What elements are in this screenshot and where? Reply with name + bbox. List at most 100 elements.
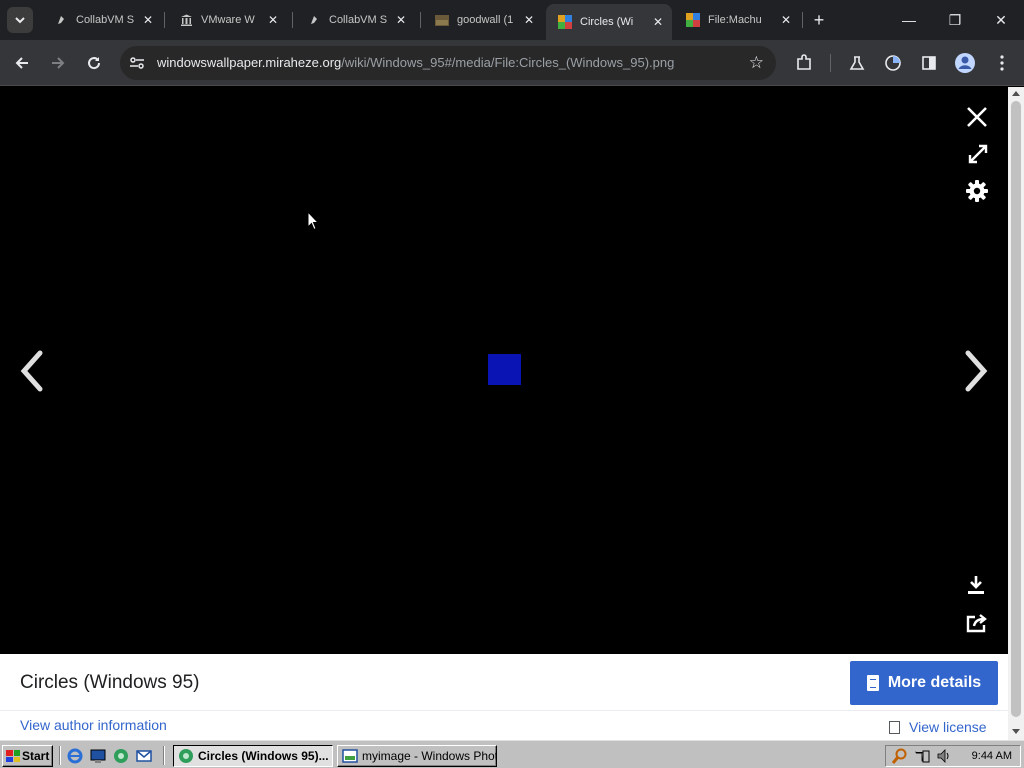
reload-icon	[88, 57, 101, 70]
new-tab-button[interactable]: +	[808, 9, 830, 31]
gear-icon	[966, 180, 988, 202]
license-link[interactable]: View license	[889, 719, 987, 735]
arrow-left-icon	[15, 57, 28, 69]
url-text[interactable]: windowswallpaper.miraheze.org/wiki/Windo…	[157, 55, 674, 70]
scroll-thumb[interactable]	[1011, 101, 1021, 717]
browser-icon	[179, 749, 193, 763]
quicklaunch-separator	[163, 746, 165, 765]
wallpaper-image[interactable]	[488, 354, 521, 385]
image-icon	[435, 13, 449, 27]
previous-image-icon[interactable]	[18, 349, 46, 393]
url-host: windowswallpaper.miraheze.org	[157, 55, 342, 70]
tab-separator	[420, 12, 421, 28]
speaker-icon[interactable]	[936, 748, 952, 764]
share-icon	[966, 614, 987, 633]
tab-title: File:Machu	[708, 14, 762, 26]
close-tab-icon[interactable]: ✕	[265, 12, 281, 28]
scroll-up-icon[interactable]	[1012, 91, 1020, 96]
bookmark-star-icon[interactable]: ☆	[749, 53, 764, 73]
settings-button[interactable]	[963, 177, 991, 205]
task-label: Circles (Windows 95)...	[198, 749, 329, 763]
window-close-button[interactable]: ✕	[986, 6, 1016, 34]
taskbar-button-photos[interactable]: myimage - Windows Phot...	[337, 745, 497, 767]
performance-button[interactable]	[880, 50, 906, 76]
reload-button[interactable]	[81, 50, 107, 76]
input-method-icon[interactable]: ℸ	[914, 748, 930, 764]
taskbar-button-circles[interactable]: Circles (Windows 95)...	[173, 745, 333, 767]
share-button[interactable]	[963, 609, 991, 637]
tab-title: CollabVM S	[76, 14, 135, 26]
forward-button[interactable]	[45, 50, 71, 76]
site-info-icon[interactable]	[128, 54, 146, 72]
close-icon	[967, 107, 987, 127]
close-tab-icon[interactable]: ✕	[778, 12, 794, 28]
tab-vmware[interactable]: VMware W ✕	[167, 6, 287, 34]
museum-icon	[179, 13, 193, 27]
document-icon	[866, 675, 879, 691]
magnifier-icon[interactable]	[892, 748, 908, 764]
media-viewer	[0, 87, 1008, 654]
license-icon	[889, 720, 900, 734]
tab-circles[interactable]: Circles (Wi ✕	[546, 4, 672, 40]
outlook-express-icon[interactable]	[136, 748, 152, 764]
tab-machu[interactable]: File:Machu ✕	[674, 6, 800, 34]
chevron-down-icon	[15, 17, 25, 24]
tab-title: VMware W	[201, 14, 255, 26]
more-details-button[interactable]: More details	[850, 661, 998, 705]
browser-toolbar: windowswallpaper.miraheze.org/wiki/Windo…	[0, 40, 1024, 86]
mouse-cursor-icon	[307, 211, 319, 231]
avatar-icon	[955, 53, 975, 73]
gauge-icon	[885, 55, 901, 71]
tab-collabvm-1[interactable]: CollabVM S ✕	[42, 6, 162, 34]
back-button[interactable]	[9, 50, 35, 76]
side-panel-button[interactable]	[916, 50, 942, 76]
fullscreen-icon	[968, 144, 988, 164]
start-button[interactable]: Start	[2, 745, 53, 767]
close-tab-icon[interactable]: ✕	[393, 12, 409, 28]
download-button[interactable]	[962, 571, 990, 599]
side-panel-icon	[922, 56, 936, 70]
toolbar-separator	[830, 54, 831, 72]
internet-explorer-icon[interactable]	[67, 748, 83, 764]
arrow-right-icon	[52, 57, 65, 69]
menu-button[interactable]	[989, 50, 1015, 76]
browser-icon[interactable]	[113, 748, 129, 764]
divider	[0, 710, 1008, 711]
close-tab-icon[interactable]: ✕	[140, 12, 156, 28]
close-tab-icon[interactable]: ✕	[650, 14, 666, 30]
license-label: View license	[909, 719, 987, 735]
close-viewer-button[interactable]	[963, 103, 991, 131]
extensions-button[interactable]	[791, 50, 817, 76]
collabvm-icon	[307, 13, 321, 27]
tab-search-button[interactable]	[7, 7, 33, 33]
tab-strip: CollabVM S ✕ VMware W ✕ CollabVM S ✕ goo…	[0, 0, 1024, 40]
flask-icon	[849, 56, 865, 70]
tab-title: CollabVM S	[329, 14, 388, 26]
media-info-panel: Circles (Windows 95) More details View a…	[0, 654, 1008, 740]
url-path: /wiki/Windows_95#/media/File:Circles_(Wi…	[341, 55, 675, 70]
start-label: Start	[22, 749, 50, 763]
author-link[interactable]: View author information	[20, 717, 167, 733]
page-scrollbar[interactable]	[1008, 87, 1024, 740]
taskbar-clock[interactable]: 9:44 AM	[972, 750, 1012, 762]
labs-button[interactable]	[844, 50, 870, 76]
kebab-menu-icon	[1000, 55, 1004, 71]
restore-button[interactable]: ❐	[940, 6, 970, 34]
desktop-icon[interactable]	[90, 748, 106, 764]
tab-separator	[292, 12, 293, 28]
fullscreen-button[interactable]	[964, 140, 992, 168]
tab-collabvm-2[interactable]: CollabVM S ✕	[295, 6, 415, 34]
minimize-button[interactable]: —	[894, 6, 924, 34]
wallpaper-icon	[686, 13, 700, 27]
close-tab-icon[interactable]: ✕	[521, 12, 537, 28]
profile-button[interactable]	[952, 50, 978, 76]
next-image-icon[interactable]	[962, 349, 990, 393]
system-tray: ℸ 9:44 AM	[885, 745, 1021, 767]
task-label: myimage - Windows Phot...	[362, 749, 497, 763]
collabvm-icon	[54, 13, 68, 27]
scroll-down-icon[interactable]	[1012, 729, 1020, 734]
download-icon	[968, 576, 984, 594]
tab-separator	[802, 12, 803, 28]
address-bar[interactable]: windowswallpaper.miraheze.org/wiki/Windo…	[120, 46, 776, 80]
tab-goodwall[interactable]: goodwall (1 ✕	[423, 6, 543, 34]
